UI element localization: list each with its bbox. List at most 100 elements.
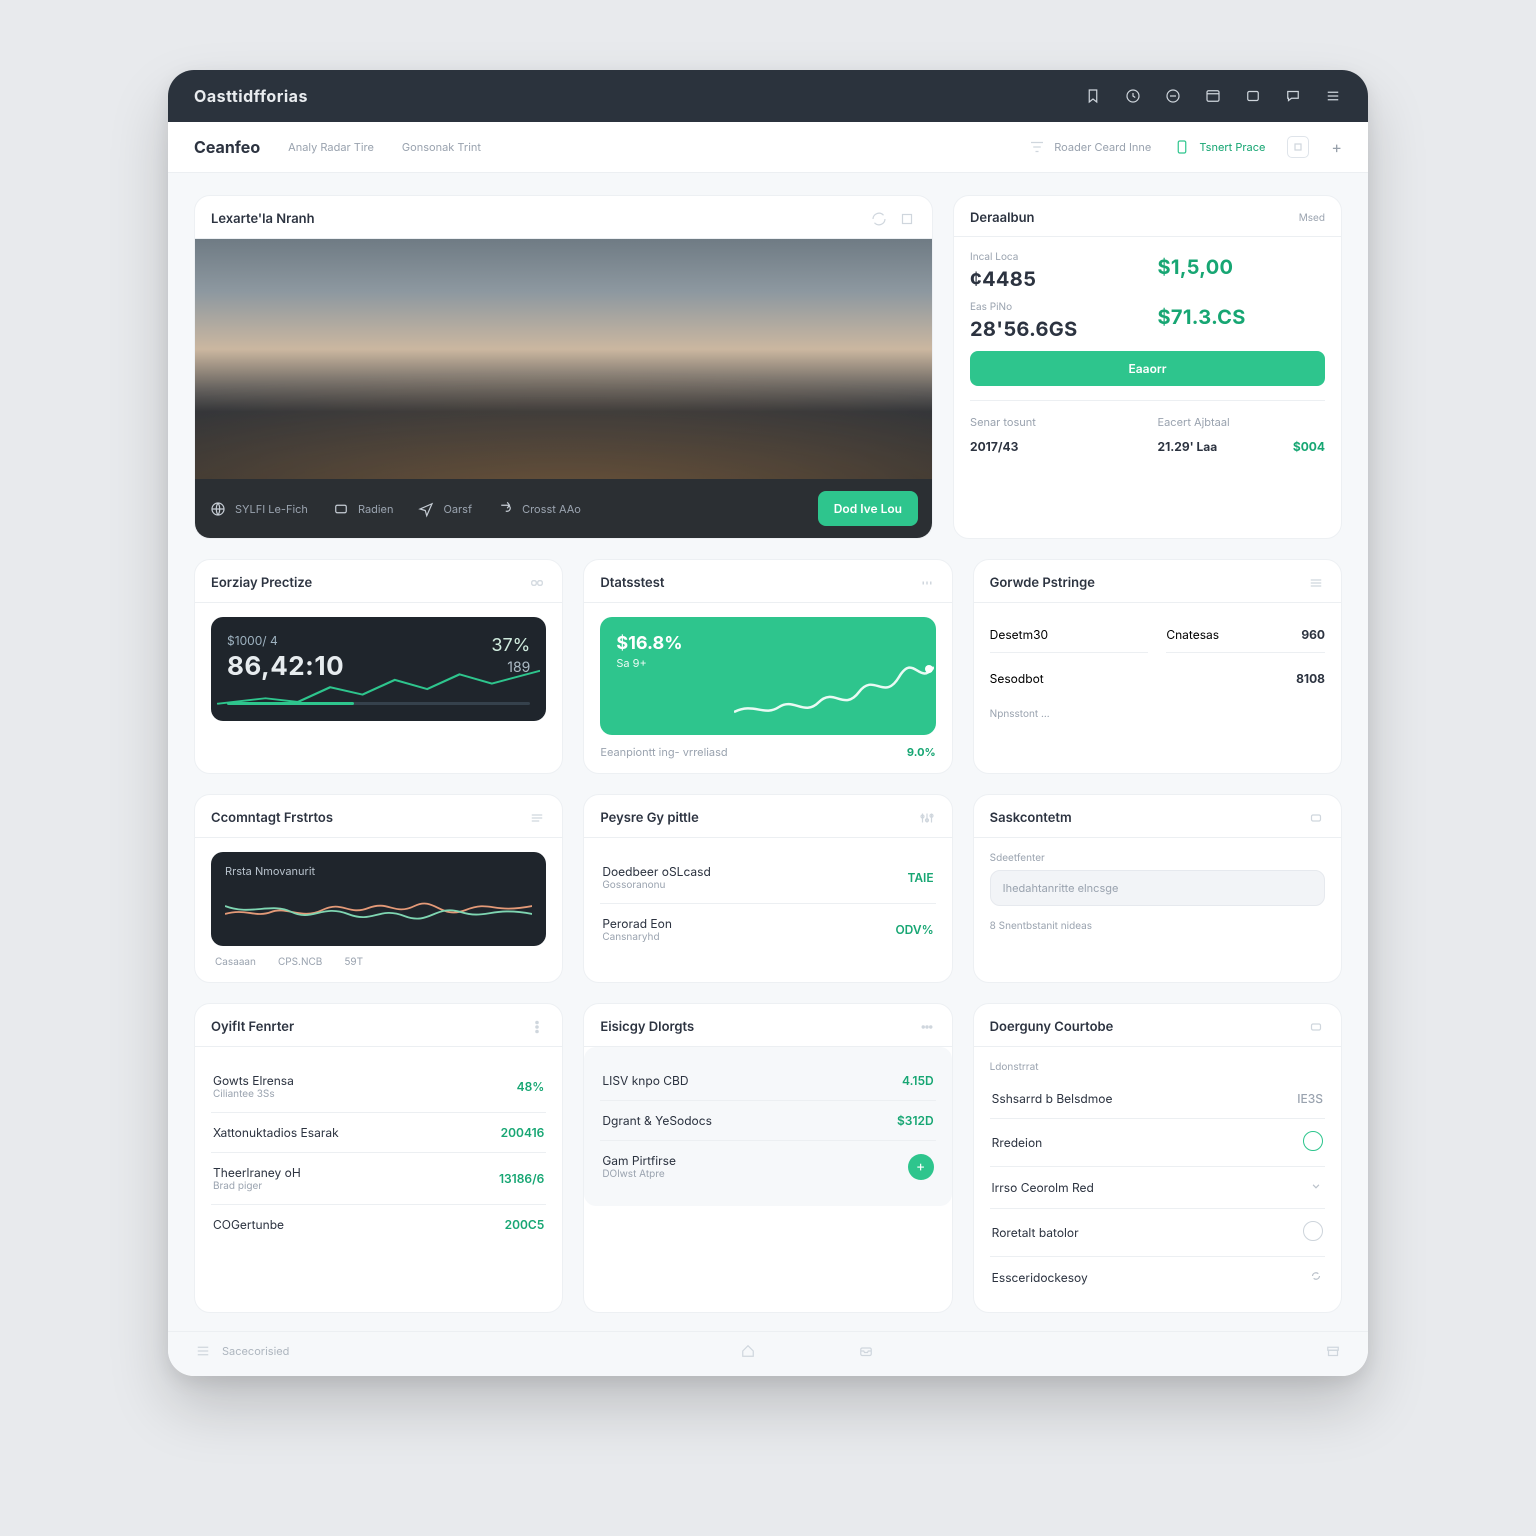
stats-footer-value: 9.0% xyxy=(907,745,936,759)
stats-title: Dtatsstest xyxy=(600,575,664,591)
summary-card: Deraalbun Msed Incal Loca¢4485 $1,5,00 E… xyxy=(953,195,1342,539)
list-item[interactable]: Doedbeer oSLcasdGossoranonuTAIE xyxy=(600,852,935,904)
dots-icon[interactable] xyxy=(918,1018,936,1036)
stats-card: Dtatsstest $16.8% Sa 9+ Eeanpiontt ing- … xyxy=(583,559,952,774)
app-bar: Oasttidfforias xyxy=(168,70,1368,122)
kebab-icon[interactable] xyxy=(528,1018,546,1036)
sub-bar: Ceanfeo Analy Radar Tire Gonsonak Trint … xyxy=(168,122,1368,173)
footer-label: Sacecorisied xyxy=(222,1344,289,1358)
layout-icon[interactable] xyxy=(1204,87,1222,105)
filter-pill[interactable]: Roader Ceard Inne xyxy=(1028,138,1151,156)
filter-icon xyxy=(1028,138,1046,156)
outflow-card: Oyiflt Fenrter Gowts ElrensaCiliantee 3S… xyxy=(194,1003,563,1313)
chevron-down-icon xyxy=(1309,1179,1323,1193)
list-item[interactable]: Dgrant & YeSodocs$312D xyxy=(600,1101,935,1141)
payers-card: Peysre Gy pittle Doedbeer oSLcasdGossora… xyxy=(583,794,952,983)
page-title: Ceanfeo xyxy=(194,137,260,157)
list-item[interactable]: Essceridockesoy xyxy=(990,1257,1325,1298)
balance-title: Eorziay Prectize xyxy=(211,575,312,591)
refresh-icon[interactable] xyxy=(870,210,888,228)
refresh-small-icon xyxy=(1309,1269,1323,1283)
minus-circle-icon[interactable] xyxy=(1164,87,1182,105)
movement-chart xyxy=(225,886,532,930)
list-item[interactable]: lrrso Ceorolm Red xyxy=(990,1167,1325,1209)
chat-icon[interactable] xyxy=(1284,87,1302,105)
summary-kv-3: Eas PiNo28'56.6GS xyxy=(970,301,1137,341)
energy-title: Eisicgy Dlorgts xyxy=(600,1019,694,1035)
list-item[interactable]: Rredeion xyxy=(990,1119,1325,1167)
list-item[interactable]: Roretalt batolor xyxy=(990,1209,1325,1257)
notes-card: Saskcontetm Sdeetfenter Ihedahtanritte e… xyxy=(973,794,1342,983)
menu-lines-icon[interactable] xyxy=(1307,574,1325,592)
sliders-icon[interactable] xyxy=(918,809,936,827)
breakdown-grid: Desetm30 Cnatesas960 Sesodbot 8108 xyxy=(990,617,1325,696)
menu-icon[interactable] xyxy=(1324,87,1342,105)
home-icon[interactable] xyxy=(739,1342,757,1360)
stats-value: $16.8% xyxy=(616,633,919,654)
archive-icon[interactable] xyxy=(1324,1342,1342,1360)
breakdown-card: Gorwde Pstringe Desetm30 Cnatesas960 Ses… xyxy=(973,559,1342,774)
list-item[interactable]: Sshsarrd b BelsdmoeIE3S xyxy=(990,1079,1325,1119)
card-icon xyxy=(332,500,350,518)
payers-title: Peysre Gy pittle xyxy=(600,810,698,826)
inbox-icon[interactable] xyxy=(857,1342,875,1360)
summary-title: Deraalbun xyxy=(970,210,1034,226)
radio-off-icon xyxy=(1303,1221,1323,1241)
rectangle-icon[interactable] xyxy=(1307,809,1325,827)
app-window: Oasttidfforias Ceanfeo Analy Radar Tire … xyxy=(168,70,1368,1376)
list-item[interactable]: Perorad EonCansnaryhdODV% xyxy=(600,904,935,955)
balance-card: Eorziay Prectize $1000/ 4 86,42:10 37% 1… xyxy=(194,559,563,774)
expand-icon[interactable] xyxy=(898,210,916,228)
summary-kv-4: $71.3.CS xyxy=(1158,301,1325,341)
hero-chip-1[interactable]: SYLFI Le-Fich xyxy=(209,500,308,518)
footer: Sacecorisied xyxy=(168,1331,1368,1376)
movement-card: Ccomntagt Frstrtos Rrsta Nmovanurit Casa… xyxy=(194,794,563,983)
breakdown-title: Gorwde Pstringe xyxy=(990,575,1095,591)
hero-cta-button[interactable]: Dod Ive Lou xyxy=(818,491,918,526)
summary-action[interactable]: Msed xyxy=(1299,212,1325,224)
list-item[interactable]: COGertunbe200C5 xyxy=(211,1205,546,1244)
summary-kv-1: Incal Loca¢4485 xyxy=(970,251,1137,291)
subnav-link-1[interactable]: Analy Radar Tire xyxy=(288,140,374,154)
settings-lines-icon[interactable] xyxy=(528,809,546,827)
balance-dark-tile: $1000/ 4 86,42:10 37% 189 xyxy=(211,617,546,721)
link-icon[interactable] xyxy=(528,574,546,592)
controls-title: Doerguny Courtobe xyxy=(990,1019,1114,1035)
outflow-title: Oyiflt Fenrter xyxy=(211,1019,294,1035)
notes-input[interactable]: Ihedahtanritte elncsge xyxy=(990,870,1325,906)
more-icon[interactable] xyxy=(918,574,936,592)
filter-label: Roader Ceard Inne xyxy=(1054,140,1151,154)
hero-card: Lexarte'la Nranh SYLFI Le-Fich Radien Oa… xyxy=(194,195,933,539)
rect-icon[interactable] xyxy=(1307,1018,1325,1036)
appbar-actions xyxy=(1084,87,1342,105)
bookmark-icon[interactable] xyxy=(1084,87,1102,105)
hero-chip-2[interactable]: Radien xyxy=(332,500,394,518)
hero-chip-4[interactable]: Crosst AAo xyxy=(496,500,581,518)
grid-toggle[interactable] xyxy=(1287,136,1309,158)
loop-icon xyxy=(496,500,514,518)
list-item[interactable]: Xattonuktadios Esarak200416 xyxy=(211,1113,546,1153)
list-item[interactable]: Gowts ElrensaCiliantee 3Ss48% xyxy=(211,1061,546,1113)
notes-title: Saskcontetm xyxy=(990,810,1072,826)
summary-button[interactable]: Eaaorr xyxy=(970,351,1325,386)
balance-pct: 37% xyxy=(491,635,530,656)
content: Lexarte'la Nranh SYLFI Le-Fich Radien Oa… xyxy=(168,173,1368,1331)
add-fab[interactable]: + xyxy=(908,1154,934,1180)
square-dot-icon xyxy=(1289,138,1307,156)
list-icon[interactable] xyxy=(194,1342,212,1360)
window-icon[interactable] xyxy=(1244,87,1262,105)
hero-chip-3[interactable]: Oarsf xyxy=(417,500,472,518)
summary-mini-3: $004 xyxy=(1293,439,1325,454)
clock-icon[interactable] xyxy=(1124,87,1142,105)
list-item[interactable]: LISV knpo CBD4.15D xyxy=(600,1061,935,1101)
movement-title: Ccomntagt Frstrtos xyxy=(211,810,333,826)
stats-green-tile: $16.8% Sa 9+ xyxy=(600,617,935,735)
subnav-link-2[interactable]: Gonsonak Trint xyxy=(402,140,481,154)
list-item[interactable]: Gam PirtfirseDOlwst Atpre+ xyxy=(600,1141,935,1192)
export-pill[interactable]: Tsnert Prace xyxy=(1173,138,1265,156)
list-item[interactable]: Theerlraney oHBrad piger13186/6 xyxy=(211,1153,546,1205)
summary-mini-2: 21.29' Laa xyxy=(1158,439,1218,454)
movement-tile: Rrsta Nmovanurit xyxy=(211,852,546,946)
add-button[interactable]: + xyxy=(1331,137,1342,157)
send-icon xyxy=(417,500,435,518)
